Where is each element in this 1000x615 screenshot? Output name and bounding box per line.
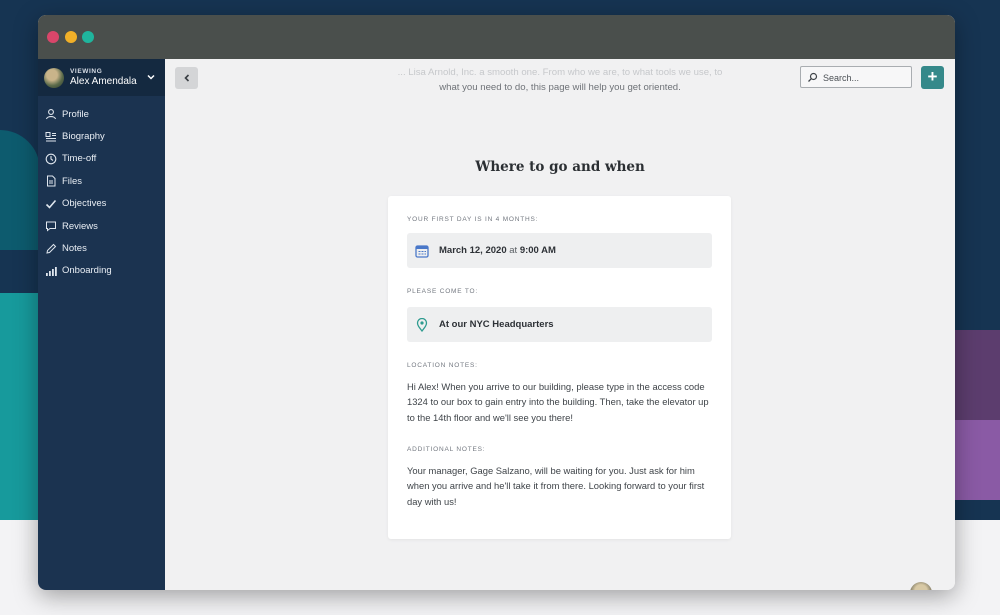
clock-icon: [45, 153, 57, 165]
location-notes-text: Hi Alex! When you arrive to our building…: [407, 381, 709, 423]
date-value: March 12, 2020: [439, 245, 507, 256]
come-to-label: PLEASE COME TO:: [407, 288, 479, 295]
location-notes-label: LOCATION NOTES:: [407, 362, 478, 369]
sidebar-item-notes[interactable]: Notes: [38, 237, 165, 259]
sidebar-item-time-off[interactable]: Time-off: [38, 148, 165, 170]
person-icon: [45, 108, 57, 120]
search-placeholder: Search...: [823, 73, 860, 83]
date-at: at: [509, 245, 518, 256]
search-input[interactable]: Search...: [800, 66, 912, 88]
time-value: 9:00 AM: [519, 245, 556, 256]
minimize-window-button[interactable]: [65, 31, 77, 43]
pencil-icon: [45, 243, 57, 255]
sidebar-item-label: Profile: [62, 108, 89, 120]
sidebar-item-biography[interactable]: Biography: [38, 125, 165, 147]
where-to-go-card: YOUR FIRST DAY IS IN 4 MONTHS: March 12,…: [388, 196, 731, 539]
calendar-icon: [415, 245, 429, 258]
speech-bubble-icon: [45, 220, 57, 232]
checkmark-icon: [45, 198, 57, 210]
add-button[interactable]: +: [921, 66, 944, 89]
sidebar-nav: Profile Biography Time-off Files Objecti…: [38, 103, 165, 282]
location-field: At our NYC Headquarters: [407, 307, 712, 342]
sidebar-item-label: Time-off: [62, 153, 97, 165]
sidebar-item-onboarding[interactable]: Onboarding: [38, 260, 165, 282]
sidebar-item-profile[interactable]: Profile: [38, 103, 165, 125]
user-switcher[interactable]: VIEWING Alex Amendala: [38, 59, 165, 96]
user-name: Alex Amendala: [70, 76, 137, 87]
sidebar-item-label: Files: [62, 175, 83, 187]
intro-text: ... Lisa Arnold, Inc. a smooth one. From…: [335, 65, 785, 95]
sidebar-item-reviews[interactable]: Reviews: [38, 215, 165, 237]
sidebar-item-label: Biography: [62, 131, 105, 143]
date-text: March 12, 2020 at 9:00 AM: [439, 245, 556, 256]
sidebar-item-label: Notes: [62, 243, 87, 255]
avatar: [44, 68, 64, 88]
sidebar-item-objectives[interactable]: Objectives: [38, 193, 165, 215]
sidebar: VIEWING Alex Amendala Profile Biography: [38, 59, 165, 590]
sidebar-item-files[interactable]: Files: [38, 170, 165, 192]
search-icon: [808, 72, 818, 82]
background-shape: [952, 420, 1000, 500]
back-button[interactable]: [175, 67, 198, 89]
date-field: March 12, 2020 at 9:00 AM: [407, 233, 712, 268]
section-title: Where to go and when: [475, 159, 645, 175]
location-text: At our NYC Headquarters: [439, 319, 554, 330]
additional-notes-text: Your manager, Gage Salzano, will be wait…: [407, 465, 705, 507]
app-window: VIEWING Alex Amendala Profile Biography: [38, 15, 955, 590]
main-content: ... Lisa Arnold, Inc. a smooth one. From…: [165, 59, 955, 590]
sidebar-item-label: Objectives: [62, 198, 107, 210]
title-bar: [38, 15, 955, 59]
file-icon: [45, 175, 57, 187]
sidebar-item-label: Onboarding: [62, 265, 112, 277]
location-pin-icon: [416, 318, 428, 332]
chevron-left-icon: [183, 74, 189, 82]
maximize-window-button[interactable]: [82, 31, 94, 43]
first-day-label: YOUR FIRST DAY IS IN 4 MONTHS:: [407, 216, 539, 223]
additional-notes-label: ADDITIONAL NOTES:: [407, 446, 486, 453]
background-shape: [0, 130, 40, 250]
chevron-down-icon[interactable]: [146, 72, 156, 82]
biography-icon: [45, 131, 57, 143]
intro-line: ... Lisa Arnold, Inc. a smooth one. From…: [397, 67, 723, 78]
intro-line: what you need to do, this page will help…: [439, 82, 681, 93]
bar-chart-icon: [45, 265, 57, 277]
viewing-label: VIEWING: [70, 68, 103, 75]
sidebar-item-label: Reviews: [62, 220, 98, 232]
close-window-button[interactable]: [47, 31, 59, 43]
location-value: At our NYC Headquarters: [439, 319, 554, 330]
